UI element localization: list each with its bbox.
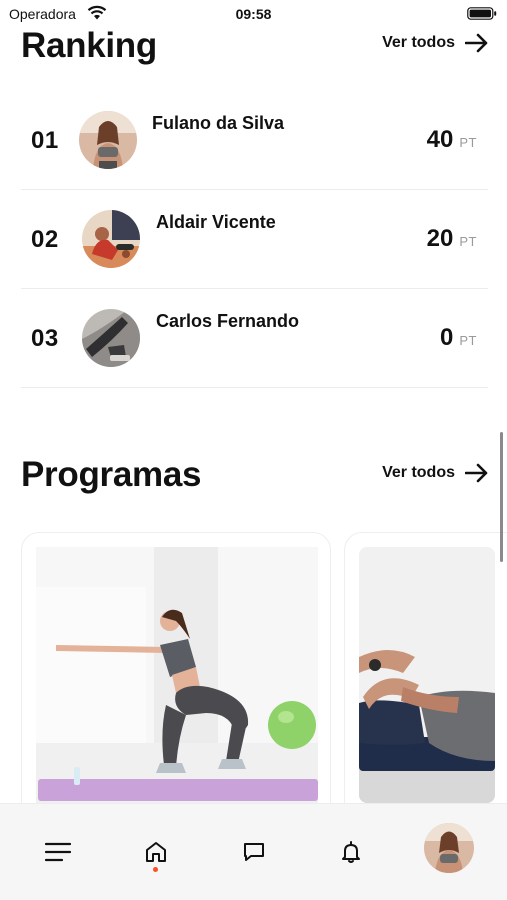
rank-points-value: 20 [426, 225, 454, 252]
home-icon [146, 842, 166, 862]
tab-menu[interactable] [38, 832, 78, 872]
rank-points: 40 PT [427, 126, 477, 154]
rank-points-value: 40 [426, 126, 454, 153]
battery-icon [467, 7, 497, 20]
rank-position: 03 [31, 325, 59, 352]
menu-icon [44, 842, 72, 862]
ranking-list: 01 Fulano da Silva 40 PT 02 Aldair Vicen… [21, 91, 488, 388]
scroll-indicator[interactable] [500, 432, 503, 562]
programs-carousel[interactable] [21, 532, 507, 812]
avatar [79, 111, 137, 169]
tab-notifications[interactable] [331, 832, 371, 872]
rank-name: Carlos Fernando [156, 311, 300, 331]
rank-points-unit: PT [459, 234, 477, 249]
rank-name: Aldair Vicente [156, 212, 276, 232]
status-bar: Operadora 09:58 [0, 0, 507, 28]
tab-bar [0, 803, 507, 900]
programs-see-all-label: Ver todos [382, 464, 455, 481]
clock: 09:58 [235, 6, 272, 22]
rank-position: 01 [31, 127, 59, 154]
avatar [82, 210, 140, 268]
rank-points-unit: PT [459, 333, 477, 348]
rank-points-value: 0 [440, 324, 454, 351]
ranking-row[interactable]: 03 Carlos Fernando 0 PT [21, 289, 488, 388]
programs-see-all-button[interactable]: Ver todos [382, 463, 489, 483]
profile-avatar[interactable] [424, 823, 474, 873]
arrow-right-icon [465, 463, 488, 483]
program-card[interactable] [21, 532, 331, 812]
rank-position: 02 [31, 226, 59, 253]
bell-icon [342, 841, 360, 863]
ranking-row[interactable]: 01 Fulano da Silva 40 PT [21, 91, 488, 190]
ranking-row[interactable]: 02 Aldair Vicente 20 PT [21, 190, 488, 289]
program-image [359, 547, 495, 803]
ranking-see-all-label: Ver todos [382, 34, 455, 51]
avatar [82, 309, 140, 367]
tab-home[interactable] [136, 832, 176, 872]
program-card[interactable] [344, 532, 507, 812]
ranking-title: Ranking [21, 26, 157, 65]
ranking-see-all-button[interactable]: Ver todos [382, 33, 489, 53]
program-image [36, 547, 318, 803]
rank-points: 0 PT [440, 324, 477, 352]
tab-chat[interactable] [234, 832, 274, 872]
active-tab-indicator [153, 867, 158, 872]
rank-points-unit: PT [459, 135, 477, 150]
arrow-right-icon [465, 33, 488, 53]
rank-points: 20 PT [427, 225, 477, 253]
programs-title: Programas [21, 455, 202, 494]
rank-name: Fulano da Silva [152, 113, 285, 133]
chat-icon [244, 843, 264, 861]
